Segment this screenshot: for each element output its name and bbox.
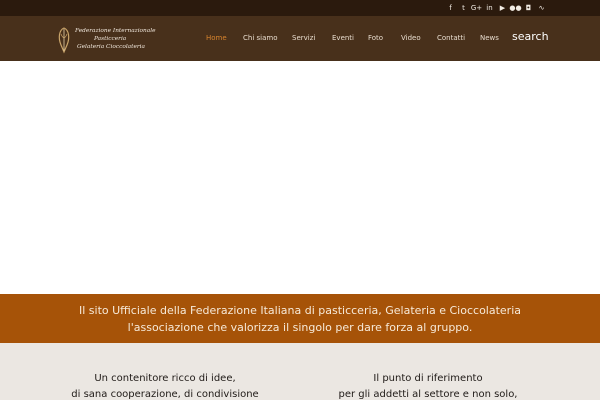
- main-nav: Home Chi siamo Servizi Eventi Foto Video…: [0, 16, 600, 61]
- features-section: Un contenitore ricco di idee, di sana co…: [0, 343, 600, 400]
- google-plus-icon[interactable]: G+: [470, 0, 483, 16]
- linkedin-icon[interactable]: in: [483, 0, 496, 16]
- search-button[interactable]: search: [512, 30, 549, 44]
- rss-icon[interactable]: ∿: [535, 0, 548, 16]
- feature-left-line-1: Un contenitore ricco di idee,: [94, 373, 236, 384]
- nav-item-news[interactable]: News: [480, 32, 499, 44]
- top-bar: f t G+ in ▶ ●● ◘ ∿: [0, 0, 600, 16]
- facebook-icon[interactable]: f: [444, 0, 457, 16]
- nav-item-servizi[interactable]: Servizi: [292, 32, 315, 44]
- social-links: f t G+ in ▶ ●● ◘ ∿: [444, 0, 548, 16]
- nav-item-chi-siamo[interactable]: Chi siamo: [243, 32, 277, 44]
- feature-right: Il punto di riferimento per gli addetti …: [313, 371, 543, 403]
- nav-item-home[interactable]: Home: [206, 32, 227, 44]
- twitter-icon[interactable]: t: [457, 0, 470, 16]
- nav-item-eventi[interactable]: Eventi: [332, 32, 354, 44]
- site-header: Federazione Internazionale Pasticceria G…: [0, 16, 600, 61]
- banner-line-2: l'associazione che valorizza il singolo …: [127, 321, 473, 334]
- nav-item-contatti[interactable]: Contatti: [437, 32, 465, 44]
- flickr-icon[interactable]: ●●: [509, 0, 522, 16]
- youtube-icon[interactable]: ▶: [496, 0, 509, 16]
- feature-right-line-2: per gli addetti al settore e non solo,: [338, 389, 518, 400]
- nav-item-video[interactable]: Video: [401, 32, 421, 44]
- feature-right-line-1: Il punto di riferimento: [373, 373, 483, 384]
- hero-area: [0, 61, 600, 294]
- feature-left: Un contenitore ricco di idee, di sana co…: [50, 371, 280, 403]
- instagram-icon[interactable]: ◘: [522, 0, 535, 16]
- intro-banner: Il sito Ufficiale della Federazione Ital…: [0, 294, 600, 343]
- banner-line-1: Il sito Ufficiale della Federazione Ital…: [78, 304, 521, 317]
- feature-left-line-2: di sana cooperazione, di condivisione: [71, 389, 259, 400]
- nav-item-foto[interactable]: Foto: [368, 32, 383, 44]
